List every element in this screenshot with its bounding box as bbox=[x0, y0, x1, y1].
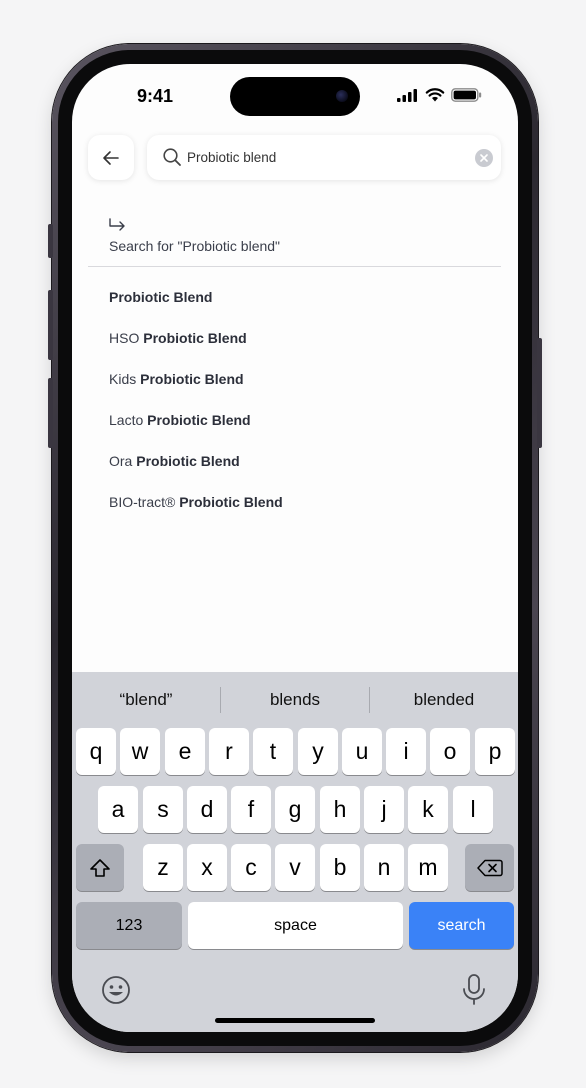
suggestion-item[interactable]: HSO Probiotic Blend bbox=[109, 326, 489, 367]
suggestion-item[interactable]: Kids Probiotic Blend bbox=[109, 367, 489, 408]
suggestion-item[interactable]: BIO-tract® Probiotic Blend bbox=[109, 490, 489, 531]
key-g[interactable]: g bbox=[275, 786, 315, 833]
key-a[interactable]: a bbox=[98, 786, 138, 833]
suggestion-match: Probiotic Blend bbox=[109, 289, 213, 305]
key-y[interactable]: y bbox=[298, 728, 338, 775]
search-for-label: Search for "Probiotic blend" bbox=[109, 238, 281, 254]
power-button bbox=[537, 338, 542, 448]
suggestion-item[interactable]: Ora Probiotic Blend bbox=[109, 449, 489, 490]
magnifier-icon bbox=[163, 148, 181, 166]
search-for-row[interactable]: Search for "Probiotic blend" bbox=[88, 210, 501, 267]
emoji-icon[interactable] bbox=[101, 975, 131, 1005]
delete-key[interactable] bbox=[465, 844, 514, 891]
key-v[interactable]: v bbox=[275, 844, 315, 891]
suggestion-prefix: HSO bbox=[109, 330, 144, 346]
shift-key[interactable] bbox=[76, 844, 124, 891]
status-icons bbox=[397, 88, 482, 102]
prediction-bar: “blend” blends blended bbox=[72, 680, 518, 720]
key-o[interactable]: o bbox=[430, 728, 470, 775]
back-button[interactable] bbox=[88, 135, 134, 180]
suggestion-prefix: Ora bbox=[109, 453, 137, 469]
key-p[interactable]: p bbox=[475, 728, 515, 775]
volume-up-button bbox=[48, 290, 53, 360]
key-l[interactable]: l bbox=[453, 786, 493, 833]
space-key[interactable]: space bbox=[188, 902, 403, 949]
key-t[interactable]: t bbox=[253, 728, 293, 775]
arrow-return-icon bbox=[109, 218, 125, 231]
shift-icon bbox=[90, 858, 110, 877]
arrow-left-icon bbox=[103, 150, 119, 165]
cellular-signal-icon bbox=[397, 88, 417, 102]
numbers-key[interactable]: 123 bbox=[76, 902, 182, 949]
wifi-icon bbox=[425, 88, 445, 102]
key-r[interactable]: r bbox=[209, 728, 249, 775]
prediction-item[interactable]: blends bbox=[221, 680, 369, 720]
microphone-icon[interactable] bbox=[461, 973, 487, 1007]
key-s[interactable]: s bbox=[143, 786, 183, 833]
suggestion-prefix: Lacto bbox=[109, 412, 148, 428]
key-x[interactable]: x bbox=[187, 844, 227, 891]
search-key[interactable]: search bbox=[409, 902, 514, 949]
keyboard: “blend” blends blended q w e r t y u i o… bbox=[72, 672, 518, 1032]
clear-search-button[interactable] bbox=[475, 149, 493, 167]
key-j[interactable]: j bbox=[364, 786, 404, 833]
screen: 9:41 Probiotic blend Search for "Probiot… bbox=[72, 64, 518, 1032]
suggestion-item[interactable]: Lacto Probiotic Blend bbox=[109, 408, 489, 449]
key-f[interactable]: f bbox=[231, 786, 271, 833]
suggestion-match: Probiotic Blend bbox=[140, 371, 244, 387]
key-d[interactable]: d bbox=[187, 786, 227, 833]
suggestion-prefix: Kids bbox=[109, 371, 141, 387]
key-u[interactable]: u bbox=[342, 728, 382, 775]
clear-x-icon bbox=[480, 154, 488, 162]
dynamic-island bbox=[230, 77, 360, 116]
suggestion-match: Probiotic Blend bbox=[179, 494, 283, 510]
home-indicator bbox=[215, 1018, 375, 1023]
action-button bbox=[48, 224, 53, 258]
key-h[interactable]: h bbox=[320, 786, 360, 833]
key-e[interactable]: e bbox=[165, 728, 205, 775]
key-m[interactable]: m bbox=[408, 844, 448, 891]
key-b[interactable]: b bbox=[320, 844, 360, 891]
key-n[interactable]: n bbox=[364, 844, 404, 891]
key-z[interactable]: z bbox=[143, 844, 183, 891]
key-w[interactable]: w bbox=[120, 728, 160, 775]
front-camera bbox=[336, 90, 348, 102]
battery-icon bbox=[451, 88, 482, 102]
suggestion-match: Probiotic Blend bbox=[143, 330, 247, 346]
search-box[interactable] bbox=[147, 135, 501, 180]
suggestion-prefix: BIO-tract® bbox=[109, 494, 180, 510]
key-i[interactable]: i bbox=[386, 728, 426, 775]
volume-down-button bbox=[48, 378, 53, 448]
prediction-item[interactable]: “blend” bbox=[72, 680, 220, 720]
search-input[interactable] bbox=[187, 146, 457, 168]
suggestion-match: Probiotic Blend bbox=[136, 453, 240, 469]
status-time: 9:41 bbox=[136, 86, 174, 106]
backspace-icon bbox=[476, 859, 503, 876]
prediction-item[interactable]: blended bbox=[370, 680, 518, 720]
suggestion-list: Probiotic Blend HSO Probiotic Blend Kids… bbox=[109, 285, 489, 531]
key-k[interactable]: k bbox=[408, 786, 448, 833]
suggestion-match: Probiotic Blend bbox=[147, 412, 251, 428]
key-c[interactable]: c bbox=[231, 844, 271, 891]
key-q[interactable]: q bbox=[76, 728, 116, 775]
suggestion-item[interactable]: Probiotic Blend bbox=[109, 285, 489, 326]
